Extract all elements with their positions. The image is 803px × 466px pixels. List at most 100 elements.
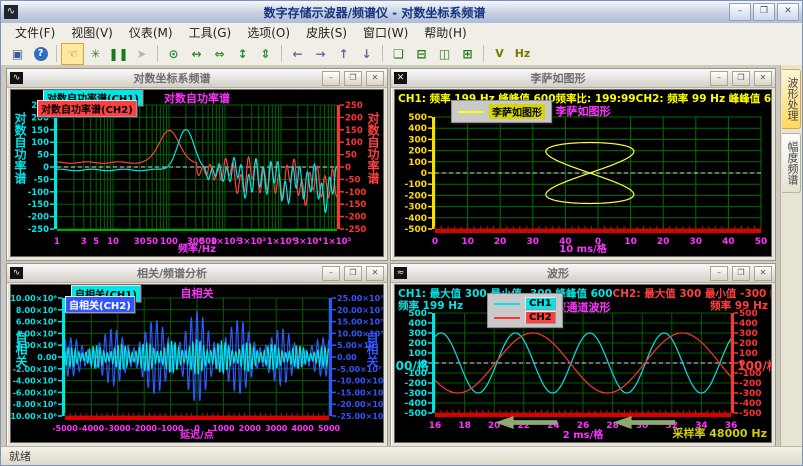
spectrum-close-button[interactable]: ✕ bbox=[366, 71, 384, 86]
correlation-maximize-button[interactable]: ❐ bbox=[344, 266, 362, 281]
correlation-close-button[interactable]: ✕ bbox=[366, 266, 384, 281]
lissajous-plot-area[interactable]: 5004003002001000-100-200-300-400-5000102… bbox=[394, 89, 772, 257]
help-icon[interactable]: ? bbox=[29, 43, 52, 65]
menu-item-3[interactable]: 工具(G) bbox=[181, 23, 240, 42]
correlation-window-icon[interactable]: ∿ bbox=[10, 267, 23, 279]
zoom-x-out-icon[interactable]: ⇔ bbox=[208, 43, 231, 65]
waveform-window: ≈ 波形 – ❐ ✕ 5004003002001000-100-200-300-… bbox=[390, 263, 776, 447]
svg-text:50: 50 bbox=[345, 151, 357, 161]
svg-text:0.00: 0.00 bbox=[337, 353, 357, 362]
zoom-y-out-icon[interactable]: ⇕ bbox=[254, 43, 277, 65]
svg-text:100: 100 bbox=[408, 158, 427, 168]
waveform-ch1-freq: 频率 199 Hz bbox=[398, 298, 463, 313]
menu-item-0[interactable]: 文件(F) bbox=[7, 23, 63, 42]
pan-right-icon[interactable]: → bbox=[309, 43, 332, 65]
spectrum-window-icon[interactable]: ∿ bbox=[10, 72, 23, 84]
svg-text:-10.00×10⁸: -10.00×10⁸ bbox=[11, 412, 57, 421]
lissajous-maximize-button[interactable]: ❐ bbox=[732, 71, 750, 86]
lissajous-legend-label: 李萨如图形 bbox=[489, 104, 545, 119]
svg-text:-100: -100 bbox=[28, 188, 49, 198]
waveform-close-button[interactable]: ✕ bbox=[754, 266, 772, 281]
pause-icon[interactable]: ❚❚ bbox=[107, 43, 130, 65]
spectrum-window-titlebar[interactable]: ∿ 对数坐标系频谱 – ❐ ✕ bbox=[7, 69, 387, 88]
waveform-minimize-button[interactable]: – bbox=[710, 266, 728, 281]
side-tab-0[interactable]: 波形处理 bbox=[782, 69, 801, 129]
correlation-plot-area[interactable]: 10.00×10⁸8.00×10⁸6.00×10⁸4.00×10⁸2.00×10… bbox=[10, 284, 384, 443]
svg-text:50: 50 bbox=[37, 151, 49, 161]
status-text: 就绪 bbox=[9, 448, 31, 464]
spectrum-legend-ch2[interactable]: 对数自功率谱(CH2) bbox=[37, 100, 137, 117]
pan-left-icon[interactable]: ← bbox=[286, 43, 309, 65]
cascade-windows-icon[interactable]: ❏ bbox=[387, 43, 410, 65]
close-button[interactable]: ✕ bbox=[777, 3, 799, 21]
pan-hand-icon[interactable]: ☜ bbox=[61, 43, 84, 65]
spectrum-minimize-button[interactable]: – bbox=[322, 71, 340, 86]
tile-vertical-icon[interactable]: ◫ bbox=[433, 43, 456, 65]
menu-item-5[interactable]: 皮肤(S) bbox=[298, 23, 355, 42]
svg-text:300: 300 bbox=[408, 329, 427, 339]
waveform-window-titlebar[interactable]: ≈ 波形 – ❐ ✕ bbox=[391, 264, 775, 283]
correlation-x-axis-label: 延迟/点 bbox=[11, 426, 383, 441]
svg-text:100: 100 bbox=[345, 138, 363, 148]
save-icon[interactable]: ▣ bbox=[6, 43, 29, 65]
volts-button[interactable]: V bbox=[488, 43, 511, 65]
waveform-plot-area[interactable]: 5004003002001000-100-200-300-400-5005004… bbox=[394, 284, 772, 443]
svg-text:8.00×10⁸: 8.00×10⁸ bbox=[16, 306, 58, 315]
snowflake-icon[interactable]: ✳ bbox=[84, 43, 107, 65]
correlation-minimize-button[interactable]: – bbox=[322, 266, 340, 281]
lissajous-window-icon[interactable]: ✕ bbox=[394, 72, 407, 84]
svg-text:-250: -250 bbox=[28, 225, 49, 235]
lissajous-minimize-button[interactable]: – bbox=[710, 71, 728, 86]
svg-text:-300: -300 bbox=[404, 389, 427, 399]
lissajous-close-button[interactable]: ✕ bbox=[754, 71, 772, 86]
svg-text:400: 400 bbox=[408, 319, 427, 329]
waveform-window-title: 波形 bbox=[410, 265, 706, 281]
svg-text:-200: -200 bbox=[404, 191, 427, 201]
waveform-legend-line-ch2 bbox=[494, 317, 520, 319]
menu-item-4[interactable]: 选项(O) bbox=[239, 23, 298, 42]
pan-down-icon[interactable]: ↓ bbox=[355, 43, 378, 65]
svg-text:0: 0 bbox=[43, 163, 49, 173]
maximize-button[interactable]: ❐ bbox=[753, 3, 775, 21]
lissajous-legend-line bbox=[458, 111, 484, 113]
minimize-button[interactable]: – bbox=[729, 3, 751, 21]
zoom-auto-icon[interactable]: ⊙ bbox=[162, 43, 185, 65]
app-icon[interactable]: ∿ bbox=[4, 5, 18, 19]
menu-bar: 文件(F)视图(V)仪表(M)工具(G)选项(O)皮肤(S)窗口(W)帮助(H) bbox=[1, 23, 802, 43]
svg-text:-400: -400 bbox=[404, 214, 427, 224]
lissajous-window: ✕ 李萨如图形 – ❐ ✕ 5004003002001000-100-200-3… bbox=[390, 68, 776, 261]
side-tab-1[interactable]: 幅度频谱 bbox=[782, 133, 801, 193]
pan-up-icon[interactable]: ↑ bbox=[332, 43, 355, 65]
hertz-button[interactable]: Hz bbox=[511, 43, 534, 65]
correlation-left-axis-label: 自相关 bbox=[13, 331, 30, 367]
correlation-legend-ch2[interactable]: 自相关(CH2) bbox=[65, 296, 135, 313]
waveform-maximize-button[interactable]: ❐ bbox=[732, 266, 750, 281]
zoom-y-in-icon[interactable]: ↕ bbox=[231, 43, 254, 65]
lissajous-ch2-info: CH2: 频率 99 Hz 峰峰值 600 bbox=[636, 91, 772, 106]
svg-text:300: 300 bbox=[408, 135, 427, 145]
tile-grid-icon[interactable]: ⊞ bbox=[456, 43, 479, 65]
title-bar: ∿ 数字存储示波器/频谱仪 - 对数坐标系频谱 – ❐ ✕ bbox=[1, 1, 802, 24]
menu-item-1[interactable]: 视图(V) bbox=[63, 23, 121, 42]
zoom-x-in-icon[interactable]: ↔ bbox=[185, 43, 208, 65]
waveform-window-icon[interactable]: ≈ bbox=[394, 267, 407, 279]
mdi-area: ∿ 对数坐标系频谱 – ❐ ✕ 250200150100500-50-100-1… bbox=[1, 65, 780, 447]
spectrum-plot-area[interactable]: 250200150100500-50-100-150-200-250250200… bbox=[10, 89, 384, 257]
waveform-legend-ch2: CH2 bbox=[525, 311, 556, 324]
sample-rate-label: 采样率 48000 Hz bbox=[672, 425, 767, 441]
correlation-window-titlebar[interactable]: ∿ 相关/频谱分析 – ❐ ✕ bbox=[7, 264, 387, 283]
correlation-window-title: 相关/频谱分析 bbox=[26, 265, 318, 281]
menu-item-7[interactable]: 帮助(H) bbox=[416, 23, 474, 42]
spectrum-right-axis-label: 对数自功率谱 bbox=[365, 112, 382, 184]
lissajous-window-titlebar[interactable]: ✕ 李萨如图形 – ❐ ✕ bbox=[391, 69, 775, 88]
waveform-legend[interactable]: CH1 CH2 bbox=[487, 293, 563, 328]
spectrum-maximize-button[interactable]: ❐ bbox=[344, 71, 362, 86]
lissajous-legend[interactable]: 李萨如图形 bbox=[451, 100, 552, 123]
menu-item-6[interactable]: 窗口(W) bbox=[355, 23, 416, 42]
svg-text:-200: -200 bbox=[404, 379, 427, 389]
svg-text:-300: -300 bbox=[739, 389, 762, 399]
menu-item-2[interactable]: 仪表(M) bbox=[121, 23, 181, 42]
window-title: 数字存储示波器/频谱仪 - 对数坐标系频谱 bbox=[22, 4, 727, 21]
tile-horizontal-icon[interactable]: ⊟ bbox=[410, 43, 433, 65]
svg-text:0.00: 0.00 bbox=[37, 353, 57, 362]
